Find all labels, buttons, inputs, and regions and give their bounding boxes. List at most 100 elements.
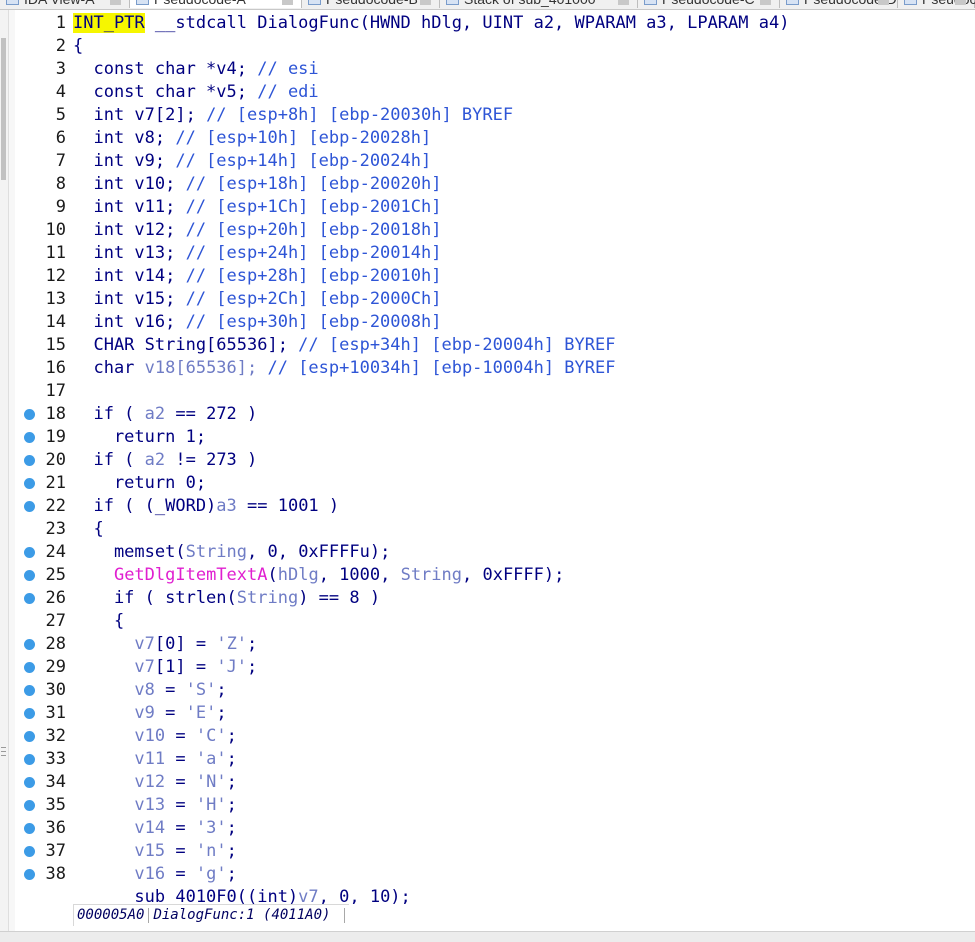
code-text[interactable]: memset(String, 0, 0xFFFFu); — [73, 541, 390, 564]
code-text[interactable]: { — [73, 610, 124, 633]
code-line[interactable]: 7 int v9; // [esp+14h] [ebp-20024h] — [16, 150, 975, 173]
code-text[interactable]: if ( a2 == 272 ) — [73, 403, 257, 426]
code-text[interactable]: v7[1] = 'J'; — [73, 656, 257, 679]
code-line[interactable]: 37 v15 = 'n'; — [16, 840, 975, 863]
code-text[interactable]: return 0; — [73, 472, 206, 495]
code-line[interactable]: 25 GetDlgItemTextA(hDlg, 1000, String, 0… — [16, 564, 975, 587]
code-text[interactable]: return 1; — [73, 426, 206, 449]
code-text[interactable]: { — [73, 35, 83, 58]
close-icon[interactable] — [760, 0, 771, 5]
breakpoint-column[interactable] — [9, 10, 15, 931]
code-text[interactable]: int v7[2]; // [esp+8h] [ebp-20030h] BYRE… — [73, 104, 513, 127]
code-text[interactable]: const char *v4; // esi — [73, 58, 318, 81]
code-line[interactable]: 22 if ( (_WORD)a3 == 1001 ) — [16, 495, 975, 518]
code-text[interactable]: v12 = 'N'; — [73, 771, 236, 794]
code-text[interactable]: INT_PTR __stdcall DialogFunc(HWND hDlg, … — [73, 12, 789, 35]
code-text[interactable]: if ( a2 != 273 ) — [73, 449, 257, 472]
code-line[interactable]: 20 if ( a2 != 273 ) — [16, 449, 975, 472]
code-text[interactable]: v16 = 'g'; — [73, 863, 236, 886]
code-line[interactable]: 1 INT_PTR __stdcall DialogFunc(HWND hDlg,… — [16, 12, 975, 35]
code-line[interactable]: 24 memset(String, 0, 0xFFFFu); — [16, 541, 975, 564]
code-line[interactable]: 32 v10 = 'C'; — [16, 725, 975, 748]
code-line[interactable]: 17 — [16, 380, 975, 403]
code-line[interactable]: 36 v14 = '3'; — [16, 817, 975, 840]
tab-5[interactable]: Pseudocode-C — [638, 0, 780, 8]
code-text[interactable]: int v8; // [esp+10h] [ebp-20028h] — [73, 127, 431, 150]
status-address: 000005A0 — [77, 907, 145, 923]
code-line[interactable]: 19 return 1; — [16, 426, 975, 449]
code-text[interactable]: if ( strlen(String) == 8 ) — [73, 587, 380, 610]
code-line[interactable]: 33 v11 = 'a'; — [16, 748, 975, 771]
code-text[interactable]: CHAR String[65536]; // [esp+34h] [ebp-20… — [73, 334, 615, 357]
code-text[interactable]: v9 = 'E'; — [73, 702, 226, 725]
code-line[interactable]: sub_4010F0((int)v7, 0, 10); — [16, 886, 975, 904]
tab-7[interactable]: Pseudocode-E — [898, 0, 975, 8]
code-text[interactable]: int v12; // [esp+20h] [ebp-20018h] — [73, 219, 441, 242]
code-text[interactable]: v14 = '3'; — [73, 817, 236, 840]
close-icon[interactable] — [878, 0, 889, 5]
code-text[interactable]: GetDlgItemTextA(hDlg, 1000, String, 0xFF… — [73, 564, 564, 587]
code-line[interactable]: 2{ — [16, 35, 975, 58]
code-line[interactable]: 31 v9 = 'E'; — [16, 702, 975, 725]
code-text[interactable]: int v13; // [esp+24h] [ebp-20014h] — [73, 242, 441, 265]
code-line[interactable]: 10 int v12; // [esp+20h] [ebp-20018h] — [16, 219, 975, 242]
tab-6[interactable]: Pseudocode-D — [780, 0, 898, 8]
code-line[interactable]: 11 int v13; // [esp+24h] [ebp-20014h] — [16, 242, 975, 265]
code-line[interactable]: 16 char v18[65536]; // [esp+10034h] [ebp… — [16, 357, 975, 380]
code-line[interactable]: 8 int v10; // [esp+18h] [ebp-20020h] — [16, 173, 975, 196]
close-icon[interactable] — [110, 0, 121, 5]
code-text[interactable]: v15 = 'n'; — [73, 840, 236, 863]
code-line[interactable]: 29 v7[1] = 'J'; — [16, 656, 975, 679]
code-text[interactable]: int v16; // [esp+30h] [ebp-20008h] — [73, 311, 441, 334]
code-text[interactable]: const char *v5; // edi — [73, 81, 318, 104]
close-icon[interactable] — [955, 0, 966, 5]
close-icon[interactable] — [282, 0, 293, 5]
code-line[interactable]: 5 int v7[2]; // [esp+8h] [ebp-20030h] BY… — [16, 104, 975, 127]
code-line[interactable]: 3 const char *v4; // esi — [16, 58, 975, 81]
code-line[interactable]: 28 v7[0] = 'Z'; — [16, 633, 975, 656]
close-icon[interactable] — [420, 0, 431, 5]
line-number: 38 — [45, 864, 66, 884]
code-line[interactable]: 18 if ( a2 == 272 ) — [16, 403, 975, 426]
code-line[interactable]: 21 return 0; — [16, 472, 975, 495]
tab-1[interactable]: IDA View-A — [0, 0, 130, 8]
code-text[interactable]: v10 = 'C'; — [73, 725, 236, 748]
code-text[interactable]: v7[0] = 'Z'; — [73, 633, 257, 656]
code-line[interactable]: 14 int v16; // [esp+30h] [ebp-20008h] — [16, 311, 975, 334]
code-line[interactable]: 35 v13 = 'H'; — [16, 794, 975, 817]
code-text[interactable]: int v15; // [esp+2Ch] [ebp-2000Ch] — [73, 288, 441, 311]
code-line[interactable]: 30 v8 = 'S'; — [16, 679, 975, 702]
pseudocode-view[interactable]: 1 INT_PTR __stdcall DialogFunc(HWND hDlg,… — [16, 12, 975, 904]
code-text[interactable]: int v11; // [esp+1Ch] [ebp-2001Ch] — [73, 196, 441, 219]
code-line[interactable]: 15 CHAR String[65536]; // [esp+34h] [ebp… — [16, 334, 975, 357]
left-scrollbar[interactable] — [0, 10, 9, 931]
code-line[interactable]: 38 v16 = 'g'; — [16, 863, 975, 886]
code-text[interactable]: char v18[65536]; // [esp+10034h] [ebp-10… — [73, 357, 615, 380]
tab-3[interactable]: Pseudocode-B — [302, 0, 440, 8]
tab-view-icon — [904, 0, 917, 5]
tab-4[interactable]: Stack of sub_401000 — [440, 0, 638, 8]
close-icon[interactable] — [618, 0, 629, 5]
horizontal-scrollbar[interactable] — [0, 931, 975, 942]
code-text[interactable]: { — [73, 518, 103, 541]
code-line[interactable]: 23 { — [16, 518, 975, 541]
code-line[interactable]: 9 int v11; // [esp+1Ch] [ebp-2001Ch] — [16, 196, 975, 219]
code-line[interactable]: 13 int v15; // [esp+2Ch] [ebp-2000Ch] — [16, 288, 975, 311]
code-line[interactable]: 12 int v14; // [esp+28h] [ebp-20010h] — [16, 265, 975, 288]
code-text[interactable]: if ( (_WORD)a3 == 1001 ) — [73, 495, 339, 518]
code-text[interactable]: v13 = 'H'; — [73, 794, 236, 817]
code-text[interactable]: int v9; // [esp+14h] [ebp-20024h] — [73, 150, 431, 173]
code-line[interactable]: 26 if ( strlen(String) == 8 ) — [16, 587, 975, 610]
code-text[interactable]: v8 = 'S'; — [73, 679, 226, 702]
code-text[interactable]: sub_4010F0((int)v7, 0, 10); — [73, 886, 410, 904]
code-line[interactable]: 34 v12 = 'N'; — [16, 771, 975, 794]
code-line[interactable]: 6 int v8; // [esp+10h] [ebp-20028h] — [16, 127, 975, 150]
code-text[interactable]: v11 = 'a'; — [73, 748, 236, 771]
scrollbar-thumb[interactable] — [1, 38, 6, 180]
tab-2[interactable]: Pseudocode-A — [130, 0, 302, 8]
code-text[interactable]: int v10; // [esp+18h] [ebp-20020h] — [73, 173, 441, 196]
code-line[interactable]: 27 { — [16, 610, 975, 633]
code-line[interactable]: 4 const char *v5; // edi — [16, 81, 975, 104]
code-text[interactable]: int v14; // [esp+28h] [ebp-20010h] — [73, 265, 441, 288]
line-number: 2 — [55, 36, 66, 56]
